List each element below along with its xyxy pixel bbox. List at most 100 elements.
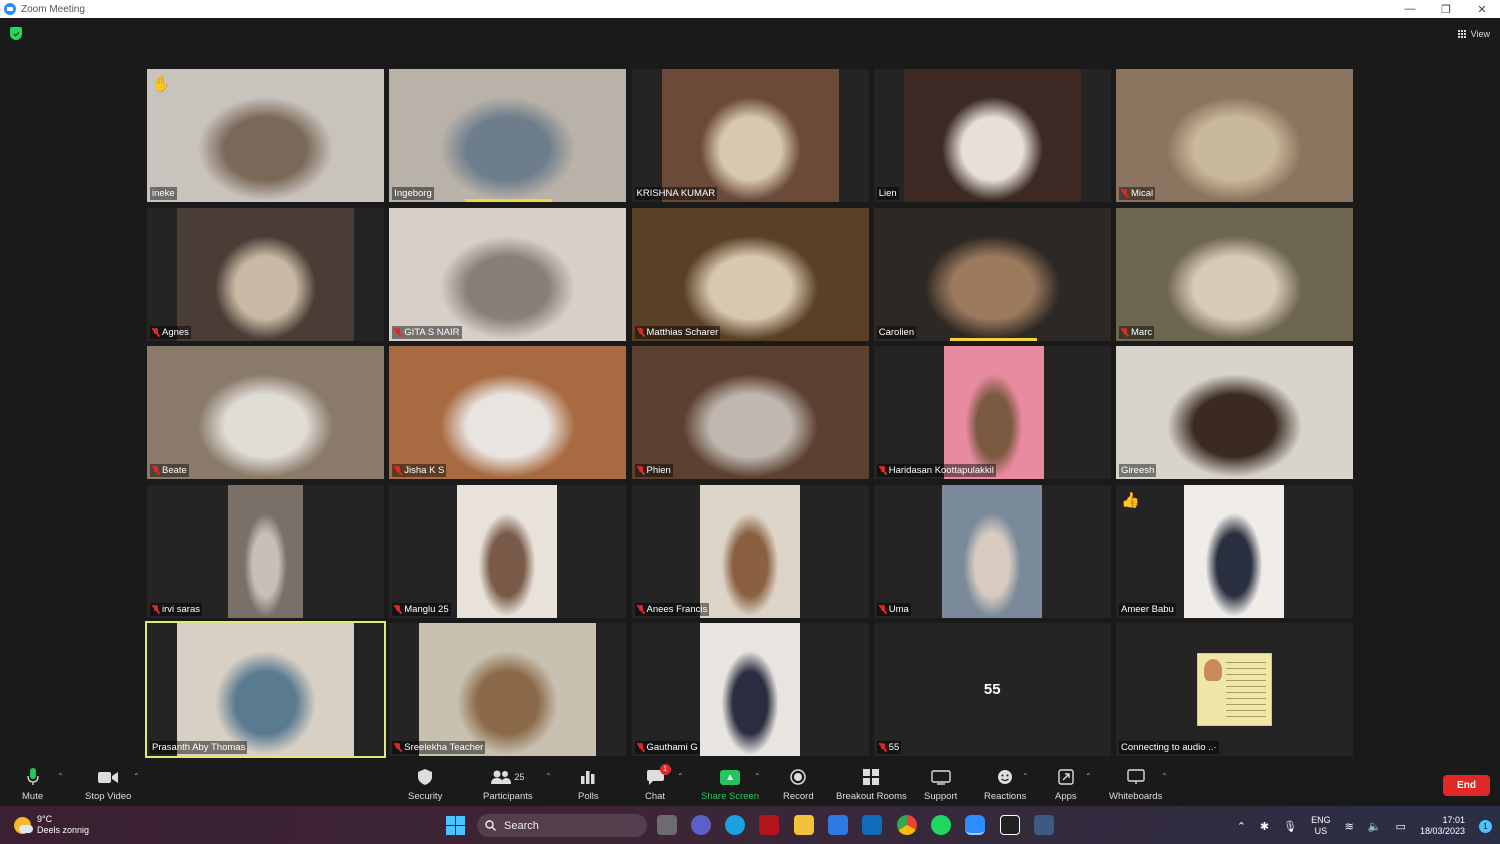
red-app-icon[interactable]: [759, 815, 779, 835]
video-options-chevron-up-icon[interactable]: ⌃: [133, 772, 140, 781]
participant-name-tag: Manglu 25: [392, 602, 451, 616]
participant-name-tag: Ameer Babu: [1119, 602, 1176, 616]
end-meeting-button[interactable]: End: [1443, 775, 1490, 796]
document-app-icon[interactable]: [1034, 815, 1054, 835]
participant-tile[interactable]: ✋ ineke: [147, 69, 384, 202]
grid-view-icon: [1457, 29, 1467, 39]
apps-label: Apps: [1055, 791, 1077, 802]
mute-button[interactable]: Mute: [22, 767, 43, 802]
participants-button[interactable]: 25 Participants: [483, 767, 533, 802]
window-titlebar: Zoom Meeting — ❐ ✕: [0, 0, 1500, 18]
participant-video: [873, 207, 1111, 341]
reactions-button[interactable]: Reactions: [984, 767, 1026, 802]
chat-chevron-up-icon[interactable]: ⌃: [677, 772, 684, 781]
edge-browser-icon[interactable]: [725, 815, 745, 835]
participant-tile[interactable]: Ingeborg: [389, 69, 627, 202]
participant-name-tag: Beate: [150, 464, 189, 477]
reactions-label: Reactions: [984, 791, 1027, 802]
participant-tile[interactable]: Matthias Scharer: [631, 207, 869, 341]
participant-tile[interactable]: Prasanth Aby Thomas: [145, 621, 386, 758]
teams-chat-icon[interactable]: [691, 815, 711, 835]
participant-tile[interactable]: Gauthami G: [631, 623, 869, 756]
microsoft-store-icon[interactable]: [828, 815, 848, 835]
zoom-taskbar-icon[interactable]: [965, 815, 985, 835]
participant-tile[interactable]: Jisha K S: [389, 346, 627, 479]
whiteboards-label: Whiteboards: [1109, 791, 1163, 802]
participant-tile[interactable]: Carolien: [873, 207, 1111, 341]
meeting-controls: Mute ⌃ Stop Video ⌃ Security 25 Particip…: [0, 762, 1500, 806]
participant-video: [1184, 484, 1284, 618]
participant-name: Haridasan Koottapulakkil: [888, 465, 994, 476]
close-button[interactable]: ✕: [1464, 0, 1500, 18]
participant-tile[interactable]: Gireesh: [1116, 346, 1353, 479]
participant-video: [228, 484, 303, 618]
participant-tile[interactable]: GITA S NAIR: [389, 207, 627, 341]
participant-name-tag: Prasanth Aby Thomas: [150, 741, 248, 754]
microphone-tray-icon[interactable]: 🎙: [1283, 820, 1297, 833]
participant-tile[interactable]: Manglu 25: [389, 484, 627, 618]
share-screen-label: Share Screen: [701, 791, 760, 802]
share-screen-button[interactable]: ▲ Share Screen: [701, 767, 759, 802]
participant-tile[interactable]: Agnes: [147, 207, 384, 341]
battery-icon[interactable]: ▭: [1396, 820, 1406, 833]
task-view-icon[interactable]: [657, 815, 677, 835]
participant-tile[interactable]: Mical: [1116, 69, 1353, 202]
participant-name-tag: Ingeborg: [392, 187, 434, 200]
speaker-icon[interactable]: 🔈: [1368, 820, 1382, 833]
window-controls: — ❐ ✕: [1392, 0, 1500, 18]
record-icon: [790, 767, 807, 787]
participant-name: ineke: [152, 188, 175, 199]
participant-tile[interactable]: 55 55: [873, 623, 1111, 756]
participant-tile[interactable]: Haridasan Koottapulakkil: [873, 346, 1111, 479]
polls-button[interactable]: Polls: [578, 767, 599, 802]
chrome-icon[interactable]: [897, 815, 917, 835]
language-indicator[interactable]: ENG US: [1311, 815, 1331, 837]
file-explorer-icon[interactable]: [794, 815, 814, 835]
security-button[interactable]: Security: [408, 767, 442, 802]
whiteboards-button[interactable]: Whiteboards: [1109, 767, 1162, 802]
participant-tile[interactable]: Anees Francis: [631, 484, 869, 618]
participant-tile[interactable]: Marc: [1116, 207, 1353, 341]
participant-tile[interactable]: Sreelekha Teacher: [389, 623, 627, 756]
participant-tile[interactable]: 👍 Ameer Babu: [1116, 484, 1353, 618]
windows-start-icon[interactable]: [446, 816, 465, 835]
wifi-icon[interactable]: ≋: [1345, 820, 1354, 833]
apps-chevron-up-icon[interactable]: ⌃: [1085, 772, 1092, 781]
spotify-icon[interactable]: [931, 815, 951, 835]
mail-icon[interactable]: [862, 815, 882, 835]
participant-name-tag: ineke: [150, 187, 177, 200]
participant-tile[interactable]: Uma: [873, 484, 1111, 618]
view-button[interactable]: View: [1457, 26, 1490, 42]
participant-video: [661, 69, 839, 202]
breakout-rooms-button[interactable]: Breakout Rooms: [836, 767, 907, 802]
participant-tile[interactable]: Beate: [147, 346, 384, 479]
encryption-shield-icon[interactable]: [10, 27, 22, 40]
support-button[interactable]: Support: [924, 767, 957, 802]
restore-button[interactable]: ❐: [1428, 0, 1464, 18]
record-button[interactable]: Record: [783, 767, 814, 802]
participant-tile[interactable]: Lien: [873, 69, 1111, 202]
participant-video: [903, 69, 1081, 202]
participant-name-tag: Phien: [634, 464, 673, 477]
taskbar-clock[interactable]: 17:01 18/03/2023: [1420, 815, 1465, 837]
participants-chevron-up-icon[interactable]: ⌃: [545, 772, 552, 781]
taskbar-search[interactable]: Search: [477, 814, 647, 837]
weather-widget[interactable]: 9°C Deels zonnig: [14, 814, 89, 836]
whiteboards-chevron-up-icon[interactable]: ⌃: [1161, 772, 1168, 781]
participant-tile[interactable]: irvi saras: [147, 484, 384, 618]
notification-badge[interactable]: 1: [1479, 819, 1492, 833]
minimize-button[interactable]: —: [1392, 0, 1428, 18]
audio-options-chevron-up-icon[interactable]: ⌃: [57, 772, 64, 781]
apps-button[interactable]: Apps: [1055, 767, 1077, 802]
chat-button[interactable]: 1 Chat: [645, 764, 671, 802]
participant-tile[interactable]: Phien: [631, 346, 869, 479]
breakout-rooms-label: Breakout Rooms: [836, 791, 907, 802]
app-tray-icon[interactable]: ✱: [1260, 820, 1269, 833]
participant-tile[interactable]: KRISHNA KUMAR: [631, 69, 869, 202]
reactions-chevron-up-icon[interactable]: ⌃: [1022, 772, 1029, 781]
chevron-up-icon[interactable]: ⌃: [1237, 820, 1246, 833]
participant-tile[interactable]: Connecting to audio ..·: [1116, 623, 1353, 756]
stop-video-button[interactable]: Stop Video: [85, 767, 131, 802]
notion-icon[interactable]: [1000, 815, 1020, 835]
share-chevron-up-icon[interactable]: ⌃: [754, 772, 761, 781]
